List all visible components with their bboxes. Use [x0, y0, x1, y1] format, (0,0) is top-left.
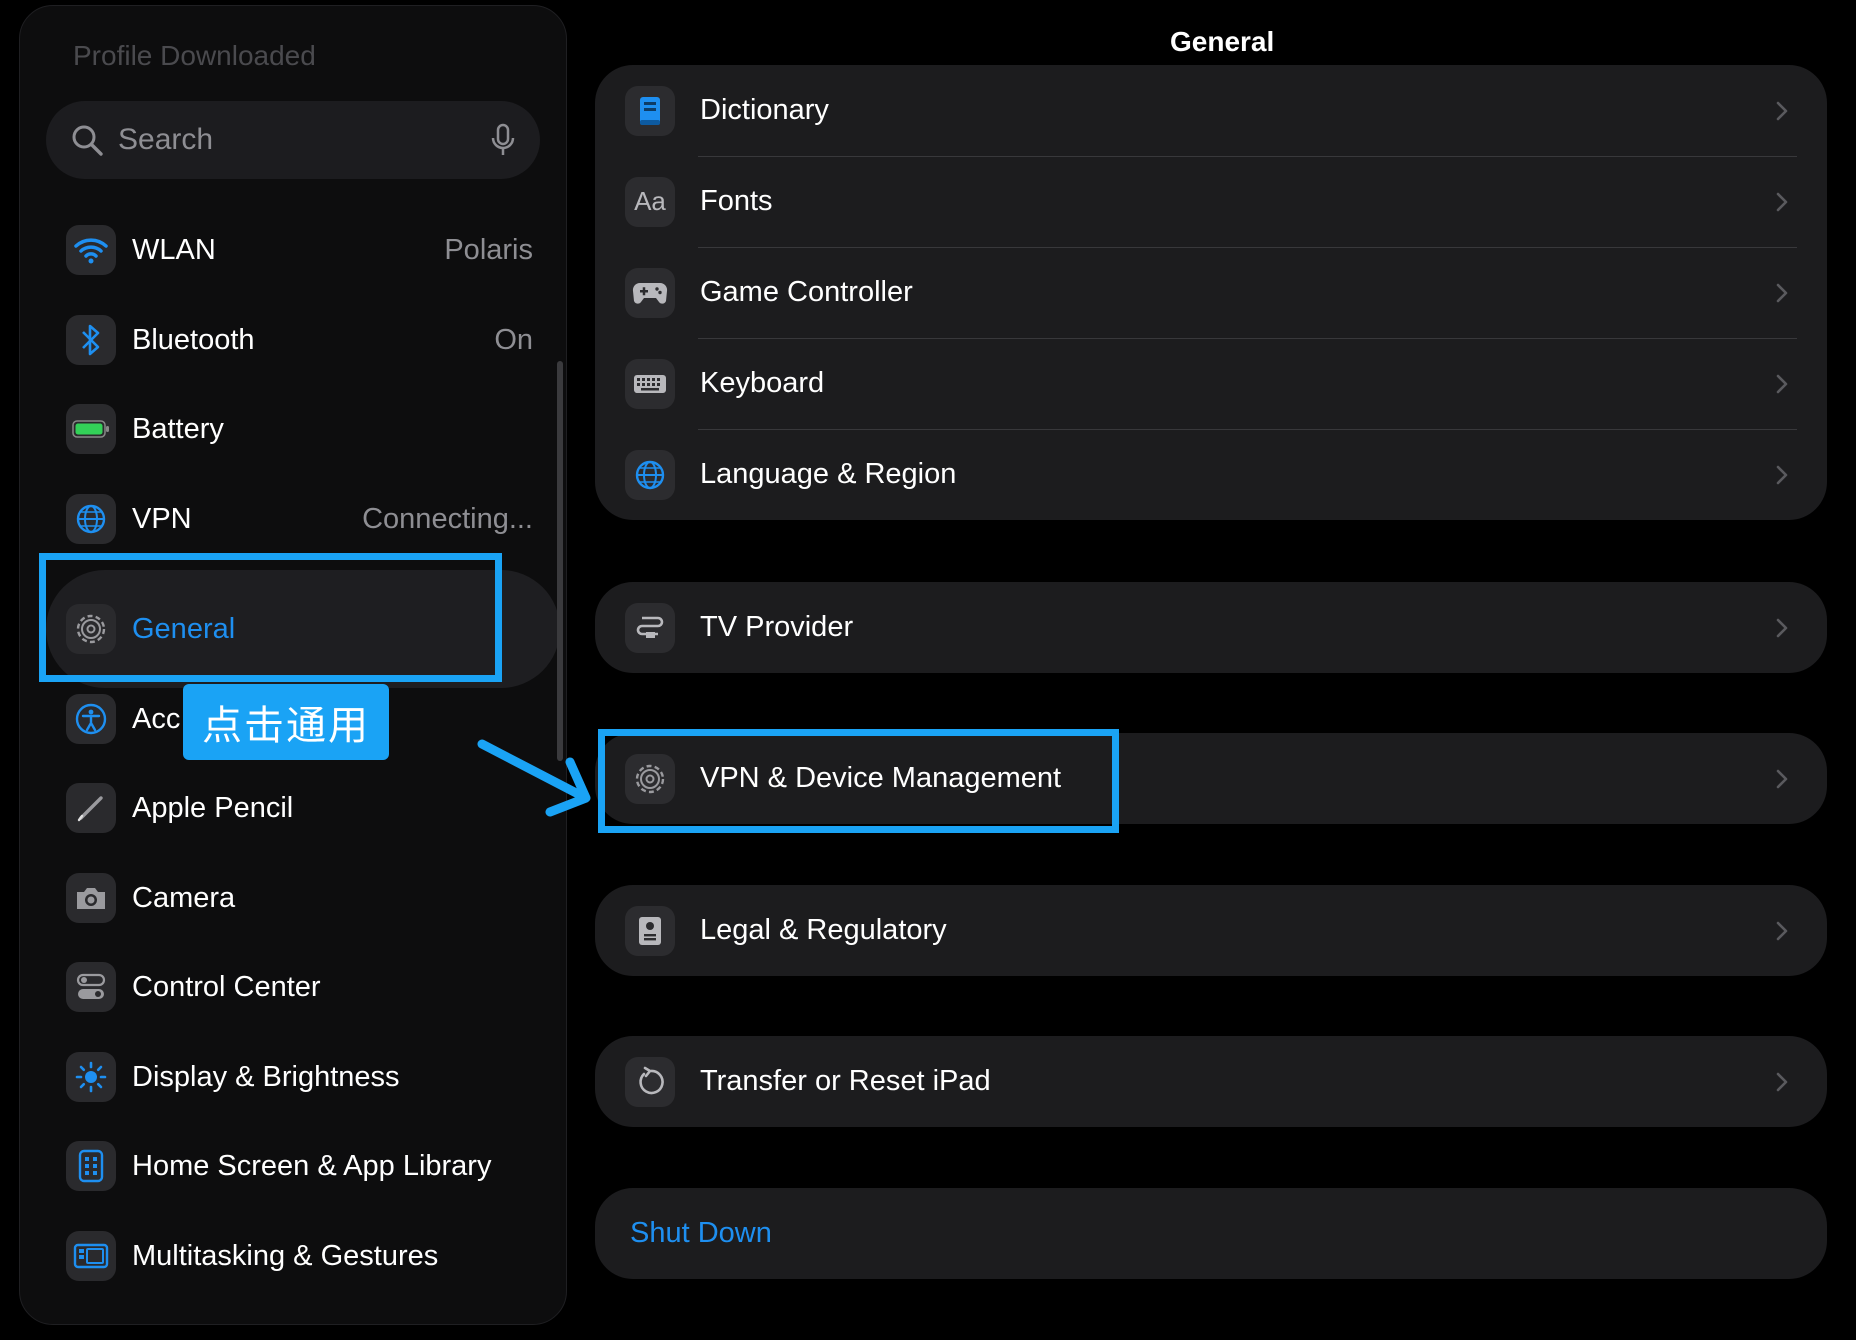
sidebar-item-camera[interactable]: Camera [66, 860, 541, 936]
vpn-value: Connecting... [362, 502, 533, 535]
sidebar-item-label: Camera [132, 881, 236, 914]
tv-provider-icon [625, 602, 675, 653]
chevron-right-icon [1776, 192, 1788, 211]
row-label: TV Provider [700, 611, 854, 643]
keyboard-icon [625, 358, 675, 409]
row-keyboard[interactable]: Keyboard [595, 338, 1827, 429]
sidebar-item-display-brightness[interactable]: Display & Brightness [66, 1039, 541, 1115]
shut-down-button[interactable]: Shut Down [595, 1188, 1827, 1279]
sidebar-item-label: Bluetooth [132, 323, 255, 356]
camera-icon [66, 873, 116, 923]
sidebar-item-wlan[interactable]: WLAN Polaris [66, 212, 541, 288]
toggles-icon [66, 962, 116, 1012]
row-transfer-reset[interactable]: Transfer or Reset iPad [595, 1036, 1827, 1127]
sidebar-item-home-screen[interactable]: Home Screen & App Library [66, 1128, 541, 1204]
arrow-pointer-icon [477, 739, 591, 817]
chevron-right-icon [1776, 374, 1788, 393]
search-field[interactable]: Search [46, 101, 540, 179]
chevron-right-icon [1776, 618, 1788, 637]
wlan-value: Polaris [444, 233, 533, 266]
gamepad-icon [625, 267, 675, 318]
settings-group-5: Transfer or Reset iPad [595, 1036, 1827, 1127]
chevron-right-icon [1776, 769, 1788, 788]
globe-icon [66, 494, 116, 544]
multitasking-icon [66, 1231, 116, 1281]
accessibility-icon [66, 694, 116, 744]
sidebar-item-control-center[interactable]: Control Center [66, 949, 541, 1025]
sidebar-item-multitasking[interactable]: Multitasking & Gestures [66, 1218, 541, 1294]
sidebar-item-label: Multitasking & Gestures [132, 1239, 439, 1272]
mic-icon[interactable] [490, 123, 516, 157]
book-icon [625, 85, 675, 136]
row-label: Fonts [700, 185, 773, 217]
globe-icon [625, 449, 675, 500]
highlight-general [39, 553, 502, 682]
pencil-icon [66, 783, 116, 833]
chevron-right-icon [1776, 921, 1788, 940]
sidebar-header: Profile Downloaded [73, 40, 316, 71]
sidebar-item-label: VPN [132, 502, 192, 535]
row-label: Language & Region [700, 458, 957, 490]
fonts-icon-text: Aa [634, 186, 666, 216]
sidebar-item-label: WLAN [132, 233, 216, 266]
annotation-callout: 点击通用 [183, 684, 389, 760]
chevron-right-icon [1776, 101, 1788, 120]
reset-icon [625, 1056, 675, 1107]
sidebar-item-bluetooth[interactable]: Bluetooth On [66, 302, 541, 378]
row-label: Transfer or Reset iPad [700, 1065, 991, 1097]
chevron-right-icon [1776, 465, 1788, 484]
settings-group-2: TV Provider [595, 582, 1827, 673]
bluetooth-value: On [494, 323, 533, 356]
fonts-icon: Aa [625, 176, 675, 227]
row-tv-provider[interactable]: TV Provider [595, 582, 1827, 673]
sidebar-item-battery[interactable]: Battery [66, 391, 541, 467]
legal-icon [625, 905, 675, 956]
wifi-icon [66, 225, 116, 275]
sidebar-item-label: Control Center [132, 970, 321, 1003]
chevron-right-icon [1776, 283, 1788, 302]
row-legal-regulatory[interactable]: Legal & Regulatory [595, 885, 1827, 976]
row-label: Keyboard [700, 367, 825, 399]
shut-down-label: Shut Down [630, 1217, 772, 1249]
page-title: General [1170, 26, 1275, 57]
sun-icon [66, 1052, 116, 1102]
row-dictionary[interactable]: Dictionary [595, 65, 1827, 156]
row-label: Dictionary [700, 94, 829, 126]
settings-group-1: Dictionary Aa Fonts Game Controller Keyb… [595, 65, 1827, 520]
settings-group-shutdown: Shut Down [595, 1188, 1827, 1279]
settings-group-4: Legal & Regulatory [595, 885, 1827, 976]
search-icon [72, 125, 103, 156]
sidebar-scrollbar[interactable] [557, 361, 563, 761]
chevron-right-icon [1776, 1072, 1788, 1091]
search-input[interactable]: Search [118, 123, 490, 157]
row-label: Game Controller [700, 276, 913, 308]
sidebar-item-label: Battery [132, 412, 224, 445]
sidebar-item-vpn[interactable]: VPN Connecting... [66, 481, 541, 557]
highlight-vpn-device-management [598, 729, 1119, 833]
sidebar-item-label: Display & Brightness [132, 1060, 400, 1093]
sidebar-item-label: Home Screen & App Library [132, 1149, 492, 1182]
row-language-region[interactable]: Language & Region [595, 429, 1827, 520]
home-screen-icon [66, 1141, 116, 1191]
bluetooth-icon [66, 315, 116, 365]
row-label: Legal & Regulatory [700, 914, 947, 946]
row-fonts[interactable]: Aa Fonts [595, 156, 1827, 247]
row-game-controller[interactable]: Game Controller [595, 247, 1827, 338]
battery-icon [66, 404, 116, 454]
